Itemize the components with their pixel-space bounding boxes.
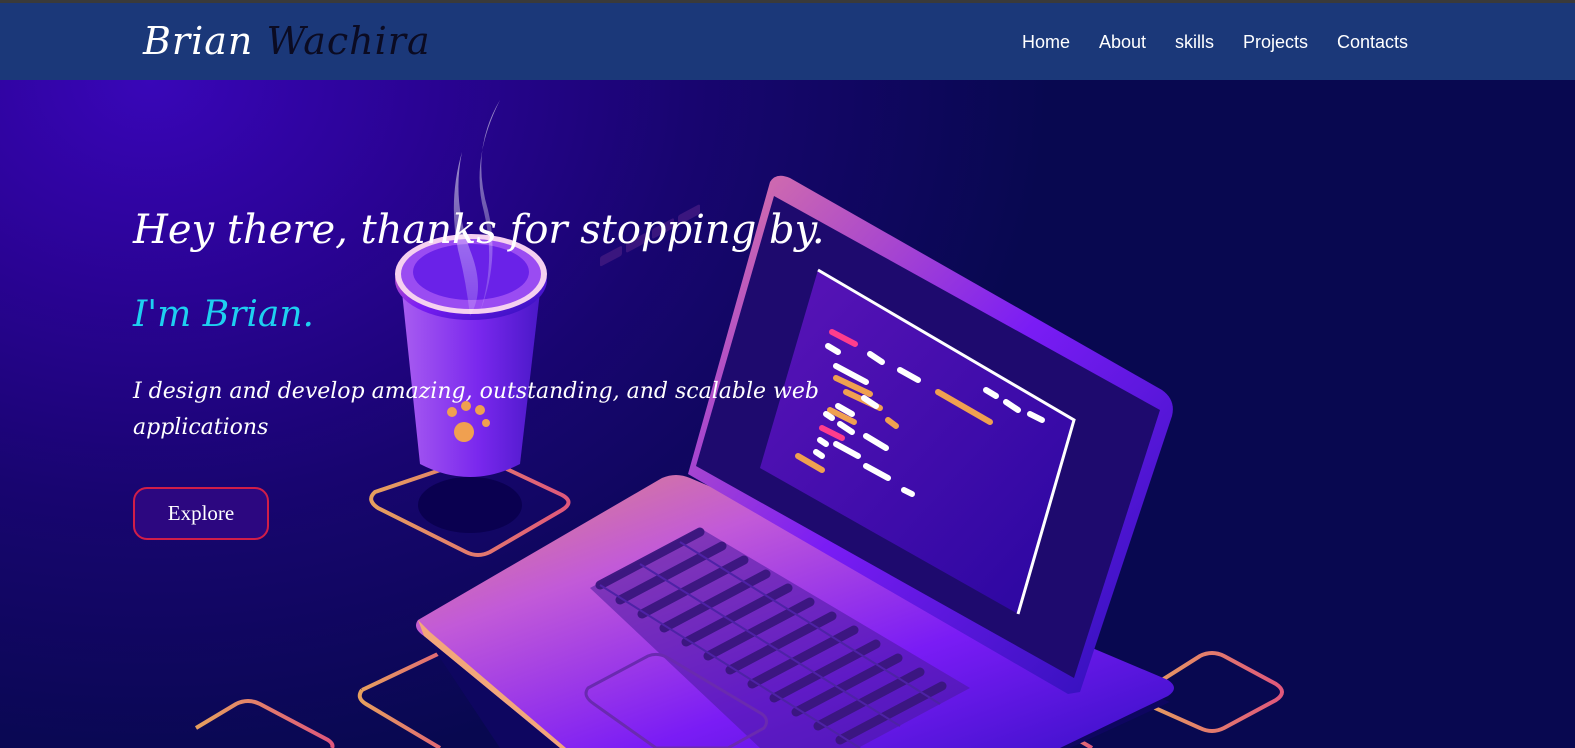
nav-link-about[interactable]: About [1099,31,1146,53]
explore-button[interactable]: Explore [133,487,269,540]
hero-section: Hey there, thanks for stopping by. I'm B… [0,80,1575,748]
hero-greeting: Hey there, thanks for stopping by. [133,207,825,253]
hero-tagline: I design and develop amazing, outstandin… [133,379,819,440]
floor-outline-bottom-left [194,699,335,748]
nav-link-contacts[interactable]: Contacts [1337,31,1408,53]
navbar: Brian Wachira Home About skills Projects… [0,3,1575,80]
nav-link-projects[interactable]: Projects [1243,31,1308,53]
main-nav: Home About skills Projects Contacts [0,31,1575,55]
coffee-cup-illustration [395,100,547,533]
nav-link-skills[interactable]: skills [1175,31,1214,53]
nav-link-home[interactable]: Home [1022,31,1070,53]
hero-intro: I'm Brian. [133,294,314,335]
